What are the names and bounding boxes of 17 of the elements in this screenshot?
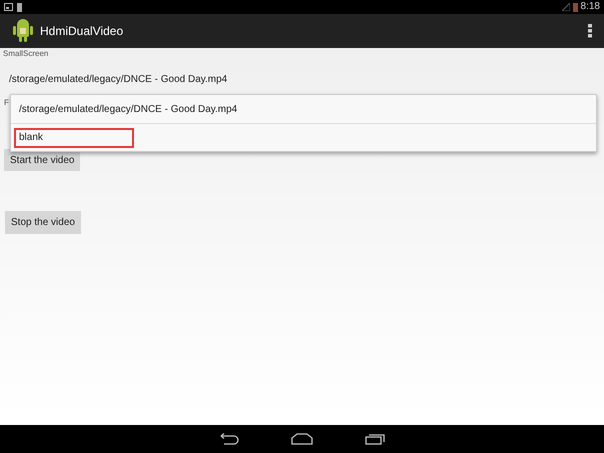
dropdown-item[interactable]: /storage/emulated/legacy/DNCE - Good Day.mp4 <box>14 99 242 119</box>
battery-icon <box>572 2 578 12</box>
clock: 8:18 <box>580 2 600 12</box>
back-icon[interactable] <box>219 433 239 445</box>
app-title: HdmiDualVideo <box>40 23 124 40</box>
android-robot-icon <box>12 19 34 43</box>
phone-icon <box>17 2 22 12</box>
screenshot-icon <box>4 3 13 11</box>
home-icon[interactable] <box>291 433 313 445</box>
stop-video-button[interactable]: Stop the video <box>5 211 81 234</box>
field-label: F <box>4 99 9 107</box>
field-label: SmallScreen <box>3 50 48 58</box>
file-spinner[interactable]: /storage/emulated/legacy/DNCE - Good Day.mp4 <box>3 61 601 97</box>
overflow-menu-icon[interactable] <box>588 24 592 38</box>
dropdown-item[interactable]: blank <box>14 128 134 148</box>
recent-apps-icon[interactable] <box>365 433 385 445</box>
signal-icon <box>562 3 570 11</box>
